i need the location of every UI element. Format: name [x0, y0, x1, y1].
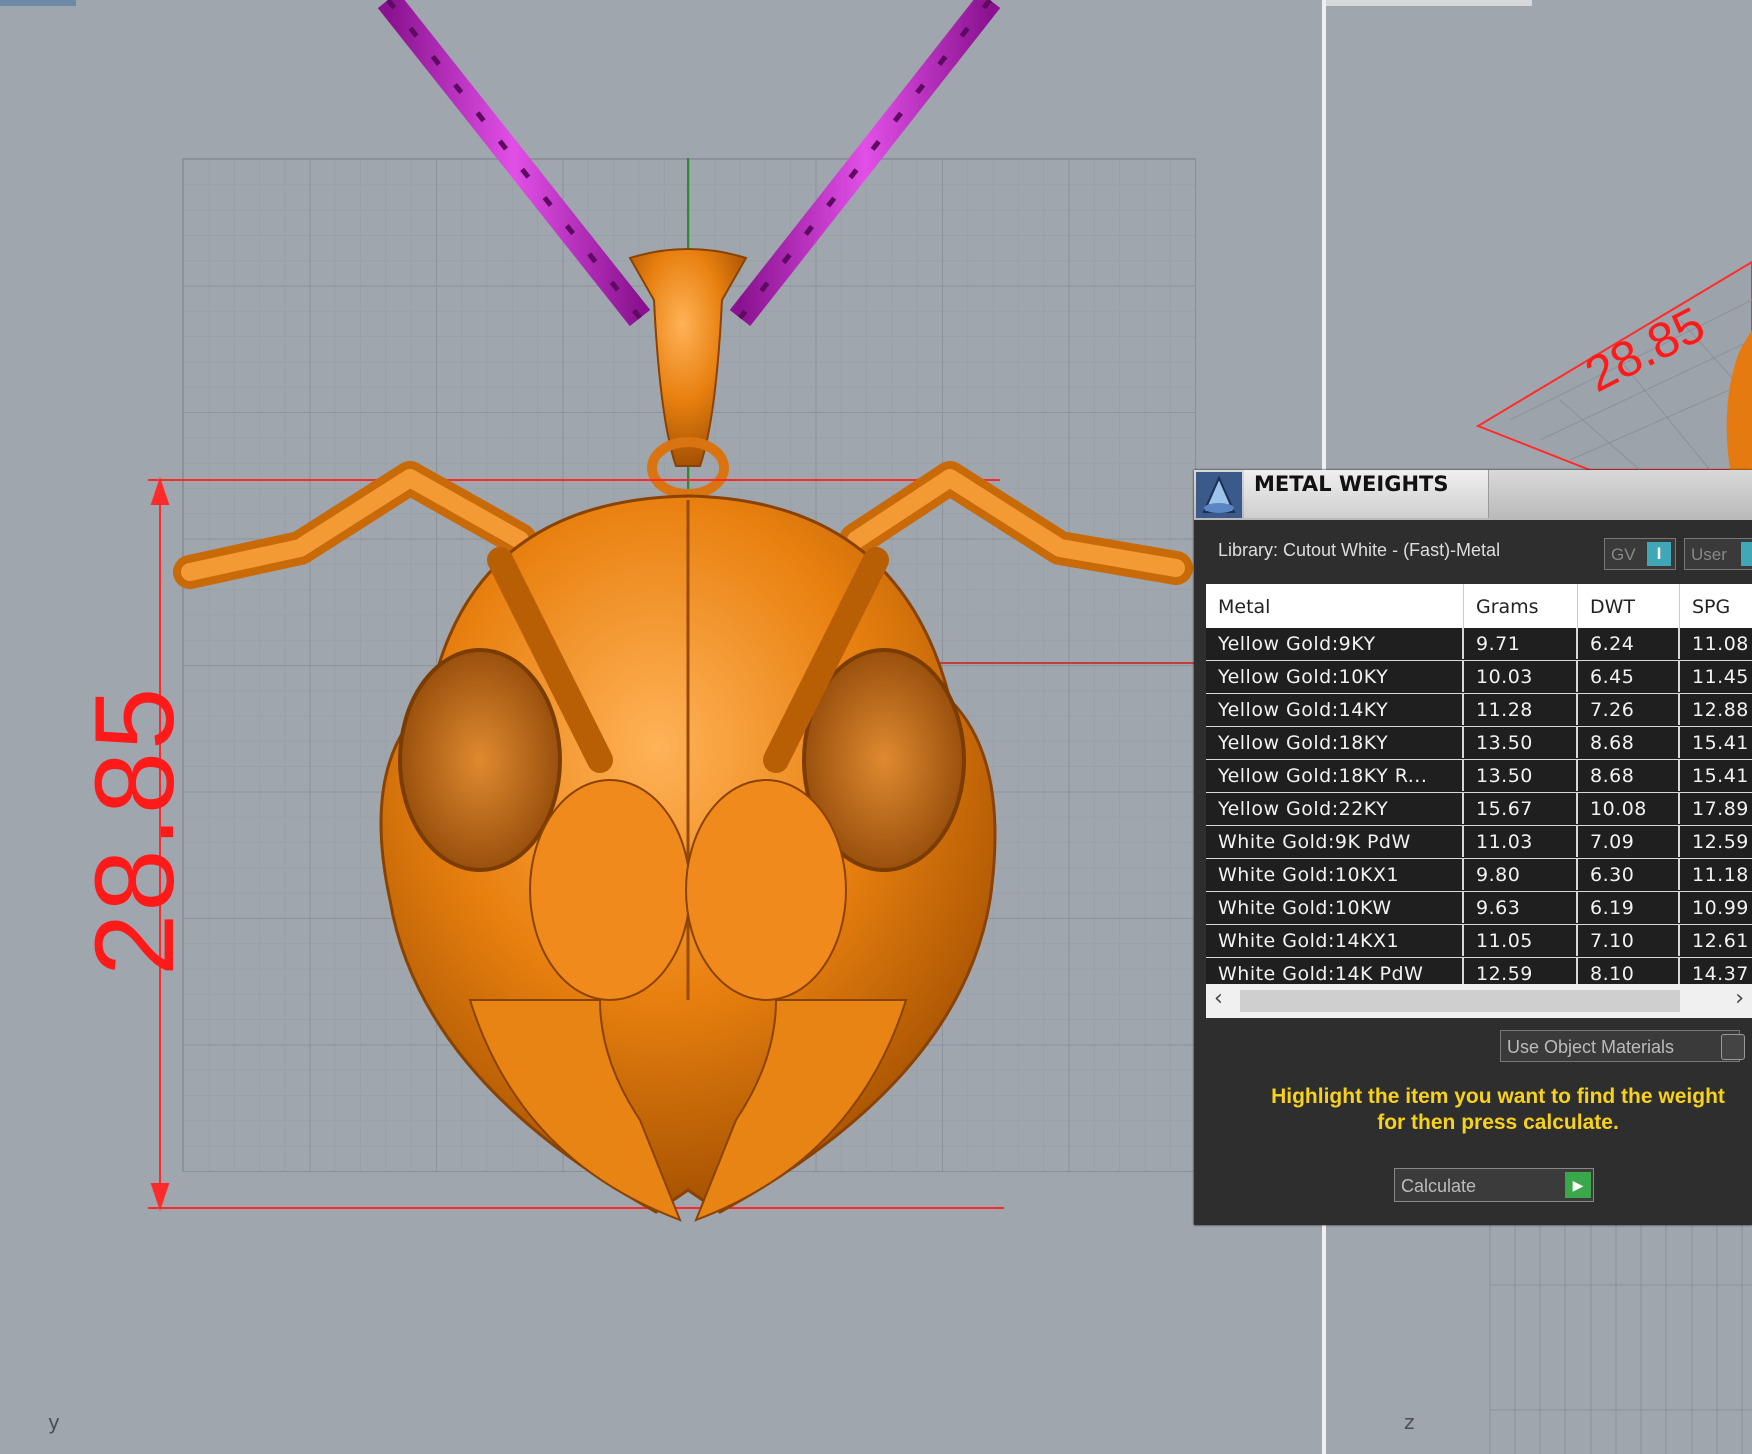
- cell-grams: 9.63: [1464, 892, 1578, 923]
- cell-grams: 15.67: [1464, 793, 1578, 824]
- cell-grams: 9.80: [1464, 859, 1578, 890]
- cell-metal: Yellow Gold:18KY: [1206, 727, 1464, 758]
- cell-spg: 12.61: [1692, 930, 1749, 952]
- cell-metal: Yellow Gold:9KY: [1206, 628, 1464, 659]
- user-label: User: [1691, 545, 1727, 564]
- left-eye: [398, 648, 562, 872]
- metal-weights-panel: METAL WEIGHTS Library: Cutout White - (F…: [1194, 470, 1752, 1225]
- cell-grams: 13.50: [1464, 760, 1578, 791]
- column-header-dwt[interactable]: DWT: [1578, 584, 1680, 628]
- metal-table: Metal Grams DWT SPG Yellow Gold:9KY 9.71 6…: [1206, 584, 1752, 991]
- ant-head: [379, 494, 997, 1222]
- table-body: Yellow Gold:9KY 9.71 6.24 11.08 Yellow Gold:…: [1206, 628, 1752, 991]
- horizontal-scrollbar[interactable]: ‹ ›: [1206, 984, 1752, 1018]
- table-row[interactable]: White Gold:10KX1 9.80 6.30 11.18: [1206, 859, 1752, 892]
- gv-button[interactable]: I: [1647, 542, 1671, 566]
- table-row[interactable]: Yellow Gold:18KY R... 13.50 8.68 15.41: [1206, 760, 1752, 793]
- cell-metal: Yellow Gold:22KY: [1206, 793, 1464, 824]
- cell-metal: White Gold:10KX1: [1206, 859, 1464, 890]
- gv-toggle[interactable]: GV I: [1604, 538, 1676, 570]
- cell-metal: White Gold:10KW: [1206, 892, 1464, 923]
- use-object-materials-button[interactable]: Use Object Materials: [1500, 1030, 1745, 1062]
- panel-header[interactable]: METAL WEIGHTS: [1194, 470, 1752, 520]
- cell-metal: White Gold:14KX1: [1206, 925, 1464, 956]
- panel-title: METAL WEIGHTS: [1254, 472, 1449, 496]
- dimension-label-front: 28.85: [72, 685, 197, 976]
- cell-grams: 11.28: [1464, 694, 1578, 725]
- cell-grams: 11.05: [1464, 925, 1578, 956]
- scrollbar-thumb[interactable]: [1240, 990, 1680, 1012]
- instruction-line-1: Highlight the item you want to find the …: [1271, 1085, 1725, 1108]
- cell-spg: 11.08: [1692, 633, 1749, 655]
- gv-label: GV: [1611, 545, 1636, 564]
- cell-spg: 11.18: [1692, 864, 1749, 886]
- column-header-grams[interactable]: Grams: [1464, 584, 1578, 628]
- user-toggle[interactable]: User: [1684, 538, 1752, 570]
- cell-metal: Yellow Gold:14KY: [1206, 694, 1464, 725]
- cell-spg: 10.99: [1692, 897, 1749, 919]
- calculate-label: Calculate: [1401, 1176, 1477, 1196]
- cell-spg: 12.88: [1692, 699, 1749, 721]
- cell-dwt: 6.30: [1578, 859, 1680, 890]
- table-row[interactable]: White Gold:10KW 9.63 6.19 10.99: [1206, 892, 1752, 925]
- scale-icon: [1196, 472, 1242, 518]
- play-icon: ▶: [1565, 1172, 1591, 1198]
- table-row[interactable]: Yellow Gold:14KY 11.28 7.26 12.88: [1206, 694, 1752, 727]
- table-row[interactable]: Yellow Gold:9KY 9.71 6.24 11.08: [1206, 628, 1752, 661]
- user-button[interactable]: [1741, 542, 1752, 566]
- column-header-spg[interactable]: SPG: [1680, 584, 1752, 628]
- cell-dwt: 7.26: [1578, 694, 1680, 725]
- table-row[interactable]: Yellow Gold:10KY 10.03 6.45 11.45: [1206, 661, 1752, 694]
- scroll-right-icon[interactable]: ›: [1735, 986, 1744, 1011]
- instruction-line-2: for then press calculate.: [1377, 1111, 1619, 1134]
- cell-spg: 17.89: [1692, 798, 1749, 820]
- cell-dwt: 7.09: [1578, 826, 1680, 857]
- column-header-metal[interactable]: Metal: [1206, 584, 1464, 628]
- cell-grams: 10.03: [1464, 661, 1578, 692]
- table-row[interactable]: Yellow Gold:18KY 13.50 8.68 15.41: [1206, 727, 1752, 760]
- use-object-materials-label: Use Object Materials: [1507, 1037, 1675, 1057]
- axis-label-left: y: [48, 1410, 60, 1434]
- use-object-materials-toggle[interactable]: [1721, 1034, 1745, 1060]
- cell-grams: 13.50: [1464, 727, 1578, 758]
- table-header: Metal Grams DWT SPG: [1206, 584, 1752, 628]
- cell-spg: 12.59: [1692, 831, 1749, 853]
- cell-grams: 9.71: [1464, 628, 1578, 659]
- cell-grams: 11.03: [1464, 826, 1578, 857]
- scroll-left-icon[interactable]: ‹: [1214, 986, 1223, 1011]
- table-row[interactable]: White Gold:14KX1 11.05 7.10 12.61: [1206, 925, 1752, 958]
- axis-label-right: z: [1404, 1410, 1415, 1434]
- cell-dwt: 10.08: [1578, 793, 1680, 824]
- cell-metal: Yellow Gold:18KY R...: [1206, 760, 1464, 791]
- cell-spg: 15.41: [1692, 765, 1749, 787]
- calculate-button[interactable]: Calculate ▶: [1394, 1168, 1594, 1202]
- cell-dwt: 6.19: [1578, 892, 1680, 923]
- library-label: Library: Cutout White - (Fast)-Metal: [1218, 540, 1501, 560]
- cell-spg: 11.45: [1692, 666, 1749, 688]
- cell-dwt: 6.24: [1578, 628, 1680, 659]
- bail: [628, 248, 748, 499]
- table-row[interactable]: Yellow Gold:22KY 15.67 10.08 17.89: [1206, 793, 1752, 826]
- cell-dwt: 7.10: [1578, 925, 1680, 956]
- cell-metal: Yellow Gold:10KY: [1206, 661, 1464, 692]
- cell-spg: 15.41: [1692, 732, 1749, 754]
- instruction-text: Highlight the item you want to find the …: [1218, 1084, 1752, 1136]
- cell-dwt: 8.68: [1578, 760, 1680, 791]
- cell-dwt: 6.45: [1578, 661, 1680, 692]
- cell-metal: White Gold:9K PdW: [1206, 826, 1464, 857]
- table-row[interactable]: White Gold:9K PdW 11.03 7.09 12.59: [1206, 826, 1752, 859]
- cell-dwt: 8.68: [1578, 727, 1680, 758]
